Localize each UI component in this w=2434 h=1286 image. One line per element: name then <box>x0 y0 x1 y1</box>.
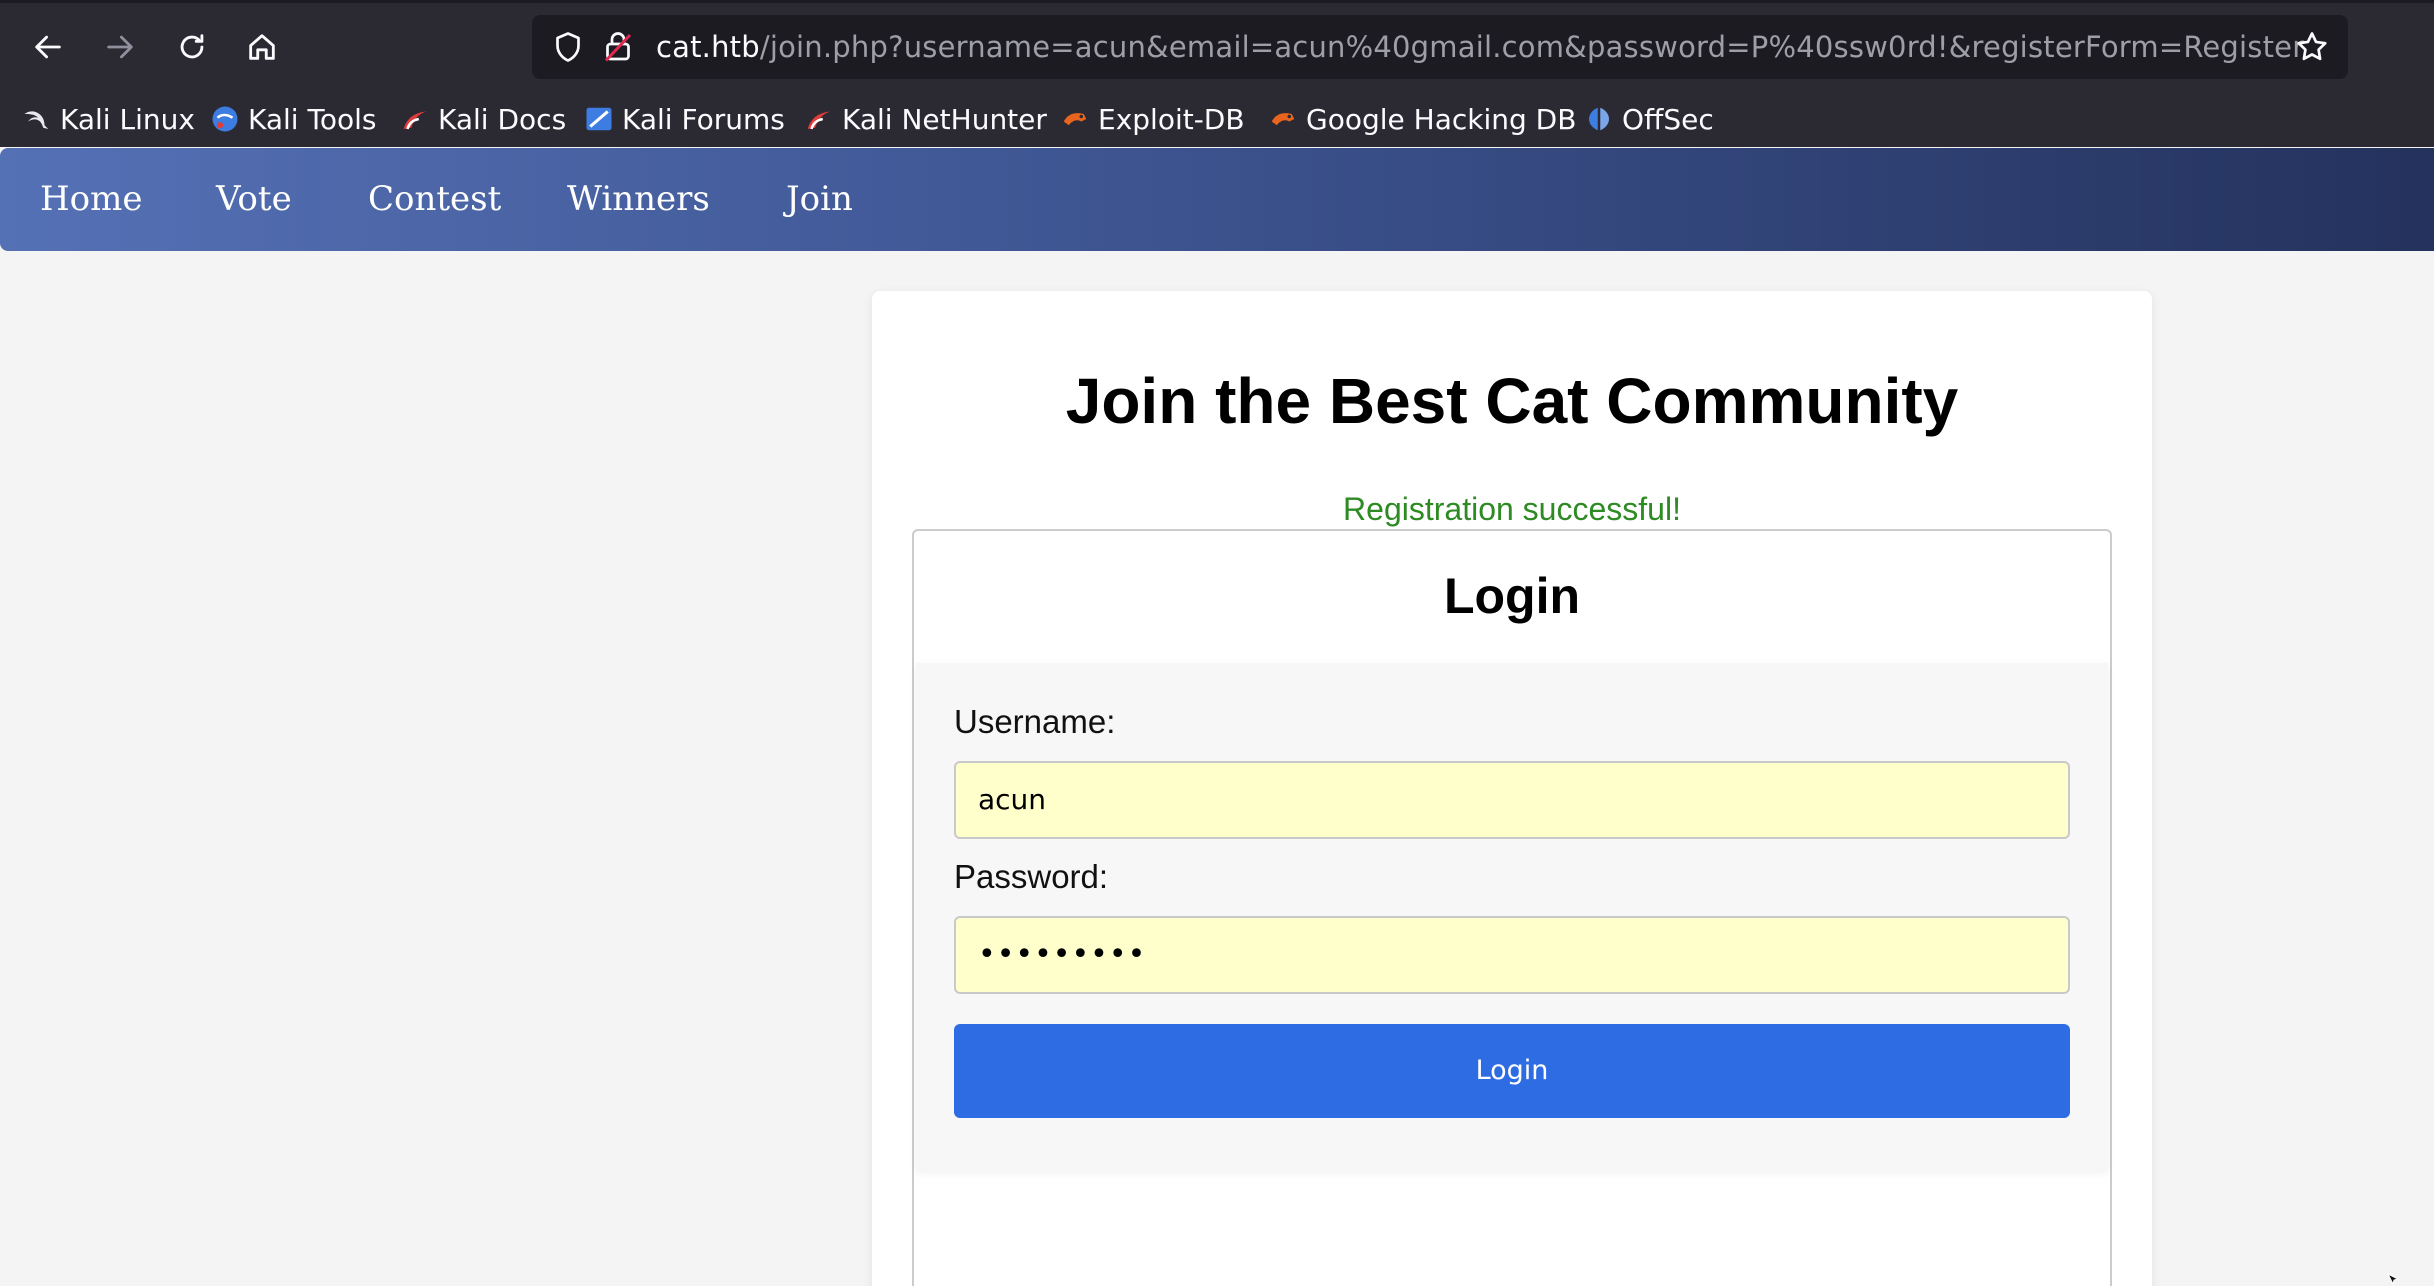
bookmark-kali-tools[interactable]: Kali Tools <box>210 93 376 145</box>
back-button[interactable] <box>20 21 76 73</box>
bookmark-google-hacking-db[interactable]: Google Hacking DB <box>1268 93 1576 145</box>
nav-link-contest[interactable]: Contest <box>368 148 501 251</box>
login-form-container: Login Username: acun Password: •••••••••… <box>912 529 2112 1286</box>
nav-link-vote[interactable]: Vote <box>216 148 292 251</box>
bookmark-kali-nethunter[interactable]: Kali NetHunter <box>804 93 1047 145</box>
browser-toolbar: cat.htb/join.php?username=acun&email=acu… <box>0 0 2434 147</box>
kali-docs-icon <box>403 111 427 130</box>
kali-nethunter-icon <box>807 111 831 130</box>
mouse-cursor-icon <box>2386 1272 2400 1286</box>
address-bar[interactable]: cat.htb/join.php?username=acun&email=acu… <box>532 15 2348 79</box>
kali-dragon-icon <box>24 111 49 129</box>
bookmark-label: Kali Linux <box>60 102 195 136</box>
bookmark-kali-forums[interactable]: Kali Forums <box>584 93 785 145</box>
bookmark-kali-linux[interactable]: Kali Linux <box>22 93 195 145</box>
login-form: Username: acun Password: ••••••••• Login <box>916 663 2108 1171</box>
login-heading: Login <box>1443 568 1581 624</box>
bookmark-star-icon[interactable] <box>2294 29 2330 65</box>
login-button[interactable]: Login <box>954 1024 2070 1118</box>
nav-link-join[interactable]: Join <box>786 148 853 251</box>
url-host: cat.htb <box>656 30 760 64</box>
status-message: Registration successful! <box>1343 491 1681 527</box>
forward-arrow-icon <box>107 35 133 59</box>
password-label: Password: <box>954 858 1109 895</box>
join-card: Join the Best Cat Community Registration… <box>872 291 2152 1286</box>
shield-icon[interactable] <box>550 29 586 65</box>
home-icon <box>249 34 275 60</box>
bookmark-label: Google Hacking DB <box>1306 102 1577 136</box>
bookmark-kali-docs[interactable]: Kali Docs <box>400 93 566 145</box>
ghdb-icon <box>1271 113 1295 126</box>
home-button[interactable] <box>234 21 290 73</box>
exploit-db-icon <box>1063 113 1087 126</box>
reload-button[interactable] <box>164 21 220 73</box>
nav-link-home[interactable]: Home <box>40 148 142 251</box>
password-input[interactable]: ••••••••• <box>954 916 2070 994</box>
kali-tools-icon <box>212 106 238 132</box>
bookmark-offsec[interactable]: OffSec <box>1584 93 1714 145</box>
bookmark-label: Kali Forums <box>622 102 785 136</box>
bookmark-label: Exploit-DB <box>1098 102 1245 136</box>
bookmarks-bar: Kali Linux Kali Tools Kali Docs Kali For… <box>0 93 2434 145</box>
nav-link-winners[interactable]: Winners <box>567 148 710 251</box>
site-navbar: Home Vote Contest Winners Join <box>0 148 2434 251</box>
bookmark-exploit-db[interactable]: Exploit-DB <box>1060 93 1245 145</box>
kali-forums-icon <box>586 107 612 131</box>
bookmark-label: Kali Docs <box>438 102 567 136</box>
bookmark-label: Kali NetHunter <box>842 102 1047 136</box>
reload-icon <box>180 34 204 59</box>
bookmark-label: OffSec <box>1622 102 1714 136</box>
username-input[interactable]: acun <box>954 761 2070 839</box>
offsec-icon <box>1589 107 1609 131</box>
forward-button[interactable] <box>92 21 148 73</box>
bookmark-label: Kali Tools <box>248 102 377 136</box>
insecure-lock-icon[interactable] <box>600 29 636 65</box>
username-label: Username: <box>954 703 1116 740</box>
url-text[interactable]: cat.htb/join.php?username=acun&email=acu… <box>656 15 2304 79</box>
page-title: Join the Best Cat Community <box>1065 365 1959 437</box>
back-arrow-icon <box>35 35 61 59</box>
url-path: /join.php?username=acun&email=acun%40gma… <box>759 30 2305 64</box>
